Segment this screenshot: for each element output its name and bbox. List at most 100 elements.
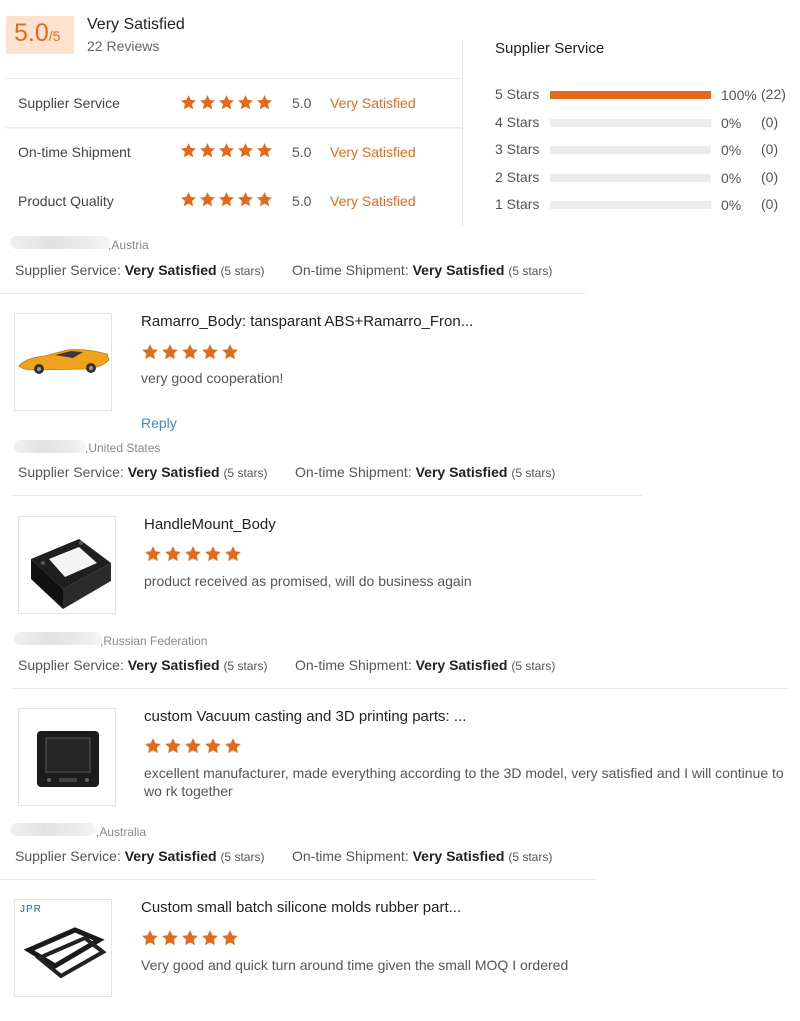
distribution-bar [550, 201, 711, 209]
review-divider [12, 495, 642, 496]
rating-score: 5.0 [292, 193, 312, 209]
review-meta: Supplier Service: Very Satisfied (5 star… [18, 464, 267, 480]
rating-label: On-time Shipment [18, 144, 131, 160]
star-icon [145, 738, 161, 754]
review-count: 22 Reviews [87, 38, 160, 54]
star-icon [238, 143, 253, 158]
review-divider [0, 293, 585, 294]
star-icon [202, 930, 218, 946]
product-title[interactable]: HandleMount_Body [144, 516, 276, 533]
star-icon [225, 546, 241, 562]
supplier-service-stars: (5 stars) [220, 264, 265, 278]
rating-row-ontime-shipment[interactable]: On-time Shipment 5.0 Very Satisfied [6, 127, 462, 177]
supplier-service-value: Very Satisfied [127, 657, 220, 673]
supplier-service-label: Supplier Service: [18, 657, 124, 673]
star-icon [200, 192, 215, 207]
star-icon [181, 192, 196, 207]
star-icon [165, 738, 181, 754]
reviewer-country: ,Russian Federation [100, 634, 208, 648]
distribution-row-4: 4 Stars 0% (0) [495, 114, 795, 134]
shipment-stars: (5 stars) [511, 466, 556, 480]
distribution-count: (0) [761, 114, 779, 130]
rating-label: Product Quality [18, 193, 114, 209]
supplier-service-value: Very Satisfied [124, 262, 217, 278]
supplier-service-stars: (5 stars) [220, 850, 265, 864]
star-icon [181, 95, 196, 110]
review-meta-shipment: On-time Shipment: Very Satisfied (5 star… [292, 262, 552, 278]
black-handle-mount-icon[interactable] [18, 516, 116, 614]
star-icon [238, 95, 253, 110]
supplier-service-value: Very Satisfied [127, 464, 220, 480]
review-meta-shipment: On-time Shipment: Very Satisfied (5 star… [295, 657, 555, 673]
shipment-stars: (5 stars) [508, 264, 553, 278]
product-stars [144, 545, 242, 563]
shipment-value: Very Satisfied [415, 657, 508, 673]
silicone-rubber-frame-icon[interactable]: JPR [14, 899, 112, 997]
star-icon [142, 930, 158, 946]
shipment-value: Very Satisfied [412, 262, 505, 278]
star-icon [165, 546, 181, 562]
reviewer-country: ,Australia [96, 825, 147, 839]
review-comment: very good cooperation! [141, 370, 284, 386]
overall-score: 5.0 [14, 19, 49, 47]
review-meta: Supplier Service: Very Satisfied (5 star… [15, 848, 264, 864]
black-device-housing-icon[interactable] [18, 708, 116, 806]
star-icon [257, 95, 272, 110]
yellow-sports-car-icon[interactable] [14, 313, 112, 411]
supplier-service-stars: (5 stars) [223, 659, 268, 673]
distribution-title: Supplier Service [495, 40, 605, 57]
star-icon [219, 143, 234, 158]
distribution-label: 4 Stars [495, 114, 540, 130]
distribution-count: (22) [761, 86, 786, 102]
rating-word: Very Satisfied [330, 95, 416, 111]
distribution-count: (0) [761, 169, 779, 185]
star-icon [162, 930, 178, 946]
distribution-row-3: 3 Stars 0% (0) [495, 141, 795, 161]
product-title[interactable]: Ramarro_Body: tansparant ABS+Ramarro_Fro… [141, 313, 473, 330]
product-stars [141, 343, 239, 361]
reviewer-name-blurred [14, 632, 102, 645]
distribution-percent: 0% [721, 197, 742, 213]
rating-word: Very Satisfied [330, 193, 416, 209]
distribution-count: (0) [761, 196, 779, 212]
overall-score-badge: 5.0 /5 [6, 16, 74, 54]
distribution-bar [550, 174, 711, 182]
shipment-stars: (5 stars) [511, 659, 556, 673]
review-comment: product received as promised, will do bu… [144, 573, 472, 589]
shipment-label: On-time Shipment: [292, 262, 409, 278]
rating-row-supplier-service[interactable]: Supplier Service 5.0 Very Satisfied [6, 78, 462, 128]
shipment-label: On-time Shipment: [292, 848, 409, 864]
shipment-value: Very Satisfied [415, 464, 508, 480]
reviewer-name-blurred [10, 823, 96, 836]
distribution-percent: 0% [721, 115, 742, 131]
star-icon [257, 192, 272, 207]
product-title[interactable]: custom Vacuum casting and 3D printing pa… [144, 708, 466, 725]
distribution-percent: 100% [721, 87, 757, 103]
rating-stars [180, 94, 273, 111]
distribution-row-5: 5 Stars 100% (22) [495, 86, 795, 106]
reviewer-country: ,United States [85, 441, 161, 455]
shipment-value: Very Satisfied [412, 848, 505, 864]
distribution-percent: 0% [721, 170, 742, 186]
star-icon [142, 344, 158, 360]
rating-score: 5.0 [292, 95, 312, 111]
rating-stars [180, 191, 273, 208]
star-icon [205, 738, 221, 754]
star-icon [219, 95, 234, 110]
shipment-label: On-time Shipment: [295, 464, 412, 480]
reply-link[interactable]: Reply [141, 415, 177, 431]
rating-row-product-quality[interactable]: Product Quality 5.0 Very Satisfied [6, 176, 462, 226]
distribution-label: 3 Stars [495, 141, 540, 157]
review-meta-shipment: On-time Shipment: Very Satisfied (5 star… [295, 464, 555, 480]
shipment-stars: (5 stars) [508, 850, 553, 864]
supplier-service-value: Very Satisfied [124, 848, 217, 864]
review-comment: Very good and quick turn around time giv… [141, 957, 569, 973]
supplier-service-label: Supplier Service: [15, 848, 121, 864]
product-title[interactable]: Custom small batch silicone molds rubber… [141, 899, 461, 916]
rating-score: 5.0 [292, 144, 312, 160]
star-icon [200, 143, 215, 158]
supplier-service-label: Supplier Service: [15, 262, 121, 278]
review-meta-shipment: On-time Shipment: Very Satisfied (5 star… [292, 848, 552, 864]
star-icon [222, 344, 238, 360]
distribution-bar [550, 119, 711, 127]
